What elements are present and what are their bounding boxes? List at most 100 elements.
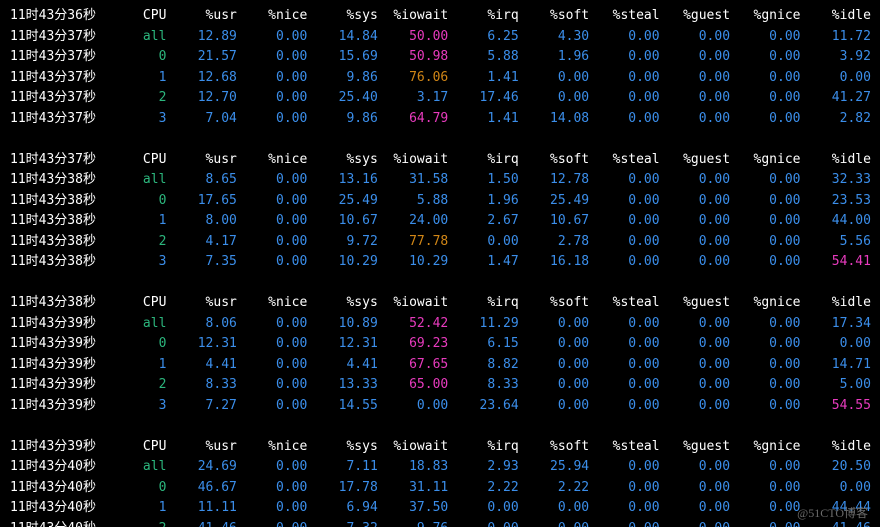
- val-gnice: 0.00: [730, 29, 800, 44]
- val-soft: 1.96: [519, 49, 589, 64]
- val-iowait: 77.78: [378, 234, 448, 249]
- data-row: 11时43分38秒 0 17.65 0.00 25.49 5.88 1.96 2…: [10, 191, 870, 212]
- val-guest: 0.00: [660, 49, 730, 64]
- val-soft: 16.18: [519, 254, 589, 269]
- val-iowait: 31.11: [378, 480, 448, 495]
- col-gnice: %gnice: [730, 8, 800, 23]
- val-steal: 0.00: [589, 377, 659, 392]
- col-idle: %idle: [801, 8, 871, 23]
- header-row: 11时43分38秒 CPU %usr %nice %sys %iowait %i…: [10, 293, 870, 314]
- val-nice: 0.00: [237, 336, 307, 351]
- val-nice: 0.00: [237, 234, 307, 249]
- val-guest: 0.00: [660, 500, 730, 515]
- data-row: 11时43分40秒 all 24.69 0.00 7.11 18.83 2.93…: [10, 457, 870, 478]
- val-idle: 0.00: [801, 480, 871, 495]
- val-sys: 9.86: [307, 70, 377, 85]
- val-idle: 23.53: [801, 193, 871, 208]
- val-sys: 14.55: [307, 398, 377, 413]
- cpu-id: all: [119, 316, 166, 331]
- cpu-id: 0: [119, 336, 166, 351]
- val-nice: 0.00: [237, 29, 307, 44]
- blank-line: [10, 273, 870, 294]
- val-idle: 2.82: [801, 111, 871, 126]
- val-idle: 44.44: [801, 500, 871, 515]
- val-gnice: 0.00: [730, 90, 800, 105]
- val-idle: 32.33: [801, 172, 871, 187]
- cpu-id: 2: [119, 521, 166, 527]
- data-row: 11时43分39秒 2 8.33 0.00 13.33 65.00 8.33 0…: [10, 375, 870, 396]
- val-soft: 4.30: [519, 29, 589, 44]
- timestamp: 11时43分38秒: [10, 254, 119, 269]
- val-steal: 0.00: [589, 172, 659, 187]
- val-usr: 24.69: [166, 459, 236, 474]
- val-irq: 0.00: [448, 234, 518, 249]
- timestamp: 11时43分38秒: [10, 234, 119, 249]
- val-soft: 2.78: [519, 234, 589, 249]
- val-sys: 9.72: [307, 234, 377, 249]
- val-guest: 0.00: [660, 90, 730, 105]
- timestamp: 11时43分39秒: [10, 357, 119, 372]
- col-nice: %nice: [237, 439, 307, 454]
- val-guest: 0.00: [660, 521, 730, 527]
- val-gnice: 0.00: [730, 336, 800, 351]
- val-nice: 0.00: [237, 480, 307, 495]
- col-cpu: CPU: [119, 439, 166, 454]
- val-steal: 0.00: [589, 357, 659, 372]
- timestamp: 11时43分39秒: [10, 398, 119, 413]
- val-soft: 0.00: [519, 70, 589, 85]
- val-sys: 4.41: [307, 357, 377, 372]
- header-row: 11时43分36秒 CPU %usr %nice %sys %iowait %i…: [10, 6, 870, 27]
- val-gnice: 0.00: [730, 254, 800, 269]
- val-idle: 14.71: [801, 357, 871, 372]
- col-cpu: CPU: [119, 295, 166, 310]
- data-row: 11时43分37秒 3 7.04 0.00 9.86 64.79 1.41 14…: [10, 109, 870, 130]
- val-nice: 0.00: [237, 500, 307, 515]
- val-usr: 8.33: [166, 377, 236, 392]
- val-usr: 8.00: [166, 213, 236, 228]
- val-steal: 0.00: [589, 336, 659, 351]
- val-gnice: 0.00: [730, 377, 800, 392]
- timestamp: 11时43分37秒: [10, 90, 119, 105]
- timestamp: 11时43分37秒: [10, 152, 119, 167]
- cpu-id: 0: [119, 193, 166, 208]
- col-guest: %guest: [660, 8, 730, 23]
- val-nice: 0.00: [237, 49, 307, 64]
- col-iowait: %iowait: [378, 8, 448, 23]
- timestamp: 11时43分39秒: [10, 336, 119, 351]
- col-gnice: %gnice: [730, 439, 800, 454]
- col-idle: %idle: [801, 152, 871, 167]
- val-nice: 0.00: [237, 254, 307, 269]
- val-guest: 0.00: [660, 193, 730, 208]
- val-sys: 7.32: [307, 521, 377, 527]
- val-gnice: 0.00: [730, 480, 800, 495]
- val-sys: 12.31: [307, 336, 377, 351]
- val-iowait: 24.00: [378, 213, 448, 228]
- col-sys: %sys: [307, 439, 377, 454]
- col-gnice: %gnice: [730, 295, 800, 310]
- col-nice: %nice: [237, 295, 307, 310]
- val-iowait: 5.88: [378, 193, 448, 208]
- val-guest: 0.00: [660, 29, 730, 44]
- cpu-id: 0: [119, 480, 166, 495]
- val-iowait: 76.06: [378, 70, 448, 85]
- col-steal: %steal: [589, 152, 659, 167]
- val-gnice: 0.00: [730, 213, 800, 228]
- val-soft: 0.00: [519, 336, 589, 351]
- val-guest: 0.00: [660, 213, 730, 228]
- val-irq: 0.00: [448, 500, 518, 515]
- data-row: 11时43分38秒 3 7.35 0.00 10.29 10.29 1.47 1…: [10, 252, 870, 273]
- val-gnice: 0.00: [730, 500, 800, 515]
- val-soft: 0.00: [519, 316, 589, 331]
- val-irq: 1.41: [448, 111, 518, 126]
- col-nice: %nice: [237, 152, 307, 167]
- val-guest: 0.00: [660, 70, 730, 85]
- val-idle: 11.72: [801, 29, 871, 44]
- val-usr: 8.06: [166, 316, 236, 331]
- val-guest: 0.00: [660, 357, 730, 372]
- col-gnice: %gnice: [730, 152, 800, 167]
- col-idle: %idle: [801, 295, 871, 310]
- val-sys: 7.11: [307, 459, 377, 474]
- col-usr: %usr: [166, 295, 236, 310]
- val-irq: 2.93: [448, 459, 518, 474]
- val-nice: 0.00: [237, 90, 307, 105]
